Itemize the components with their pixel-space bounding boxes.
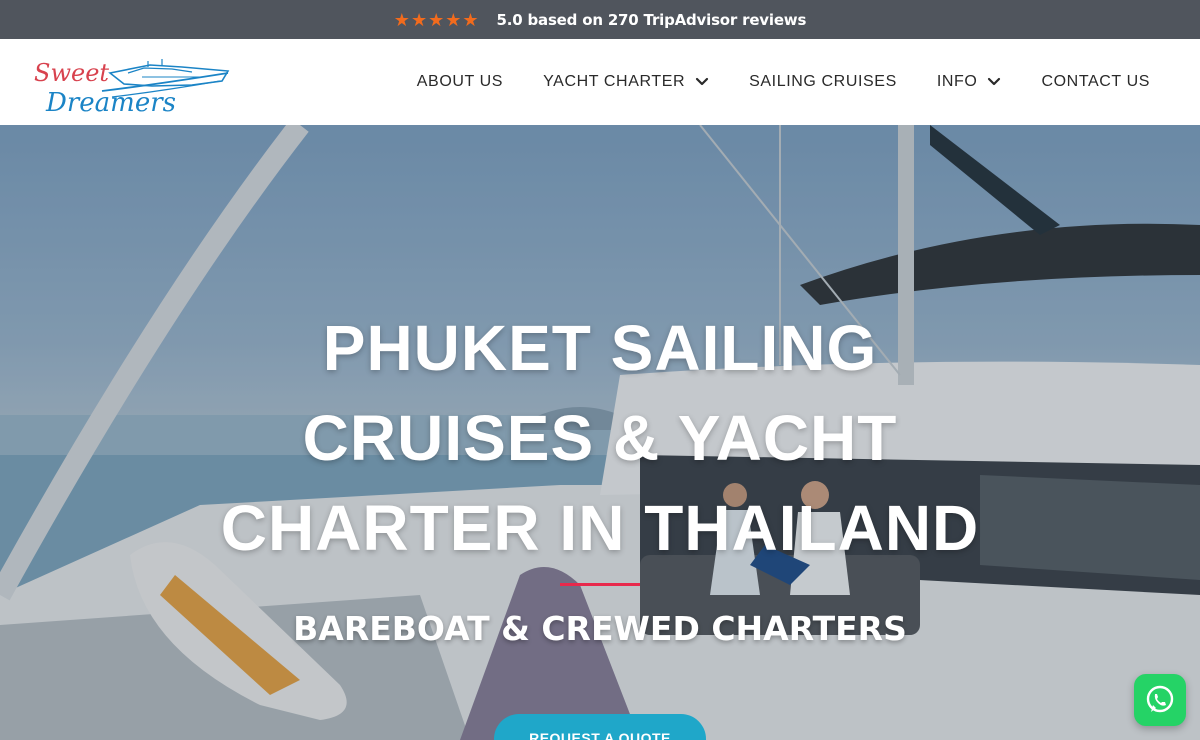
logo-script-line1: Sweet bbox=[34, 59, 109, 87]
hero-title-line: CHARTER IN THAILAND bbox=[220, 492, 980, 564]
nav-item-info[interactable]: INFO bbox=[937, 73, 1002, 91]
hero-divider bbox=[560, 583, 640, 586]
hero-title: PHUKET SAILING CRUISES & YACHT CHARTER I… bbox=[0, 303, 1200, 573]
chevron-down-icon bbox=[988, 77, 1001, 86]
logo-script-line2: Dreamers bbox=[45, 88, 176, 117]
nav-item-yacht-charter[interactable]: YACHT CHARTER bbox=[543, 73, 709, 91]
hero-title-line: PHUKET SAILING bbox=[322, 312, 878, 384]
nav-item-label: ABOUT US bbox=[416, 73, 504, 90]
main-nav: ABOUT US YACHT CHARTER SAILING CRUISES I… bbox=[417, 39, 1150, 125]
star-icon: ★ bbox=[445, 9, 462, 30]
site-header: Sweet Dreamers ABOUT US YACHT CHARTER SA… bbox=[0, 39, 1200, 125]
nav-item-label: SAILING CRUISES bbox=[749, 73, 897, 90]
hero-section: PHUKET SAILING CRUISES & YACHT CHARTER I… bbox=[0, 125, 1200, 740]
nav-item-label: YACHT CHARTER bbox=[543, 73, 686, 90]
star-icon: ★ bbox=[393, 9, 410, 30]
nav-item-sailing-cruises[interactable]: SAILING CRUISES bbox=[749, 73, 897, 91]
whatsapp-button[interactable] bbox=[1134, 674, 1186, 726]
hero-subtitle: BAREBOAT & CREWED CHARTERS bbox=[293, 609, 907, 648]
nav-item-label: CONTACT US bbox=[1041, 73, 1150, 90]
chevron-down-icon bbox=[696, 77, 709, 86]
rating-text[interactable]: 5.0 based on 270 TripAdvisor reviews bbox=[497, 11, 807, 29]
star-icon: ★ bbox=[462, 9, 479, 30]
yacht-logo-icon: Sweet Dreamers bbox=[34, 59, 230, 118]
nav-item-about-us[interactable]: ABOUT US bbox=[417, 73, 503, 91]
whatsapp-icon bbox=[1146, 685, 1174, 713]
star-icon: ★ bbox=[428, 9, 445, 30]
nav-item-label: INFO bbox=[936, 73, 978, 90]
nav-item-contact-us[interactable]: CONTACT US bbox=[1041, 73, 1150, 91]
site-logo[interactable]: Sweet Dreamers bbox=[32, 51, 232, 118]
hero-title-line: CRUISES & YACHT bbox=[302, 402, 898, 474]
star-icon: ★ bbox=[410, 9, 428, 30]
request-quote-button[interactable]: REQUEST A QUOTE bbox=[494, 714, 706, 740]
review-bar: ★ ★ ★ ★ ★ 5.0 based on 270 TripAdvisor r… bbox=[0, 0, 1200, 39]
rating-stars: ★ ★ ★ ★ ★ bbox=[394, 11, 479, 29]
